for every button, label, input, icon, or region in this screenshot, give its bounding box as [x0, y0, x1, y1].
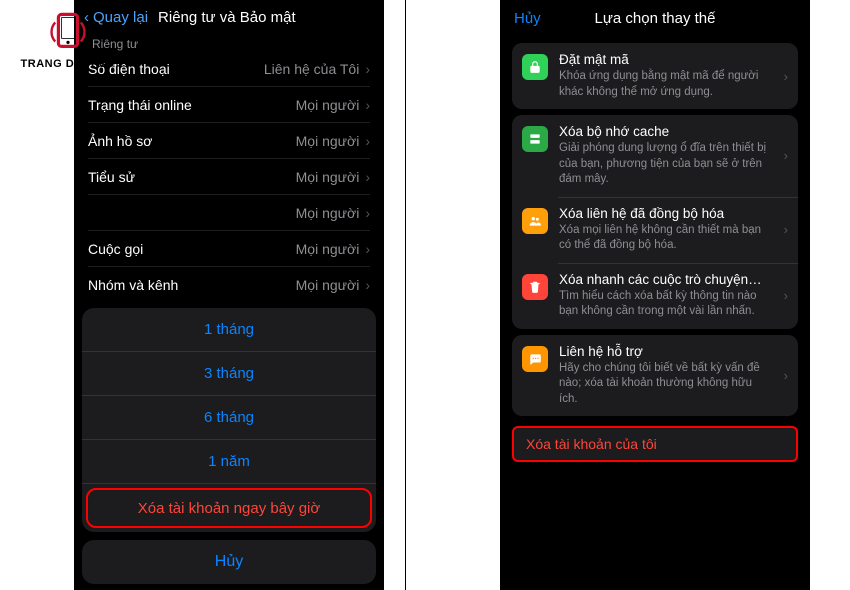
list-row-bio[interactable]: Tiểu sử Mọi người›	[88, 159, 370, 195]
item-title: Xóa bộ nhớ cache	[559, 124, 773, 139]
item-description: Giải phóng dung lượng ổ đĩa trên thiết b…	[559, 141, 773, 188]
row-value: Mọi người›	[296, 169, 370, 185]
option-group-passcode: Đặt mật mã Khóa ứng dụng bằng mật mã để …	[512, 43, 798, 109]
item-description: Xóa mọi liên hệ không cần thiết mà bạn c…	[559, 223, 773, 254]
action-sheet-options: 1 tháng 3 tháng 6 tháng 1 năm Xóa tài kh…	[82, 308, 376, 532]
section-header: Riêng tư	[74, 35, 384, 51]
chevron-right-icon: ›	[784, 148, 788, 163]
list-row-online[interactable]: Trạng thái online Mọi người›	[88, 87, 370, 123]
row-value: Mọi người›	[296, 133, 370, 149]
row-label: Trạng thái online	[88, 97, 192, 113]
item-title: Liên hệ hỗ trợ	[559, 344, 773, 359]
row-label: Nhóm và kênh	[88, 277, 178, 293]
chevron-right-icon: ›	[784, 368, 788, 383]
chevron-left-icon: ‹	[84, 9, 89, 26]
list-row-calls[interactable]: Cuộc gọi Mọi người›	[88, 231, 370, 267]
chevron-right-icon: ›	[365, 277, 370, 293]
chevron-right-icon: ›	[365, 205, 370, 221]
page-title: Riêng tư và Bảo mật	[158, 9, 296, 26]
list-row-profile-photo[interactable]: Ảnh hồ sơ Mọi người›	[88, 123, 370, 159]
list-row-phone[interactable]: Số điện thoại Liên hệ của Tôi›	[88, 51, 370, 87]
screenshot-right: Hủy Lựa chọn thay thế Đặt mật mã Khóa ứn…	[500, 0, 810, 590]
option-1-year[interactable]: 1 năm	[82, 440, 376, 484]
chevron-right-icon: ›	[365, 169, 370, 185]
cancel-button[interactable]: Hủy	[82, 540, 376, 584]
item-clear-chats[interactable]: Xóa nhanh các cuộc trò chuyện… Tìm hiểu …	[512, 263, 798, 329]
row-value: Liên hệ của Tôi›	[264, 61, 370, 77]
contacts-icon	[522, 208, 548, 234]
row-label: Tiểu sử	[88, 169, 135, 185]
row-label: Cuộc gọi	[88, 241, 143, 257]
chevron-right-icon: ›	[784, 288, 788, 303]
item-set-passcode[interactable]: Đặt mật mã Khóa ứng dụng bằng mật mã để …	[512, 43, 798, 109]
option-6-months[interactable]: 6 tháng	[82, 396, 376, 440]
option-group-cleanup: Xóa bộ nhớ cache Giải phóng dung lượng ổ…	[512, 115, 798, 329]
chevron-right-icon: ›	[784, 69, 788, 84]
option-1-month[interactable]: 1 tháng	[82, 308, 376, 352]
list-row-groups[interactable]: Nhóm và kênh Mọi người›	[88, 267, 370, 303]
item-contact-support[interactable]: Liên hệ hỗ trợ Hãy cho chúng tôi biết về…	[512, 335, 798, 417]
row-value: Mọi người›	[296, 205, 370, 221]
item-clear-cache[interactable]: Xóa bộ nhớ cache Giải phóng dung lượng ổ…	[512, 115, 798, 197]
row-value: Mọi người›	[296, 277, 370, 293]
nav-header: Hủy Lựa chọn thay thế	[500, 0, 810, 37]
page-title: Lựa chọn thay thế	[500, 10, 810, 27]
row-label: Ảnh hồ sơ	[88, 133, 152, 149]
option-group-support: Liên hệ hỗ trợ Hãy cho chúng tôi biết về…	[512, 335, 798, 417]
chevron-right-icon: ›	[365, 133, 370, 149]
row-value: Mọi người›	[296, 241, 370, 257]
storage-icon	[522, 126, 548, 152]
list-row[interactable]: Mọi người›	[88, 195, 370, 231]
chevron-right-icon: ›	[365, 97, 370, 113]
trash-icon	[522, 274, 548, 300]
chevron-right-icon: ›	[365, 61, 370, 77]
chevron-right-icon: ›	[365, 241, 370, 257]
lock-icon	[522, 54, 548, 80]
delete-account-now-button[interactable]: Xóa tài khoản ngay bây giờ	[86, 488, 372, 528]
cancel-button[interactable]: Hủy	[514, 10, 541, 27]
privacy-list: Số điện thoại Liên hệ của Tôi› Trạng thá…	[74, 51, 384, 303]
delete-my-account-button[interactable]: Xóa tài khoản của tôi	[512, 426, 798, 462]
item-title: Xóa liên hệ đã đồng bộ hóa	[559, 206, 773, 221]
action-sheet: 1 tháng 3 tháng 6 tháng 1 năm Xóa tài kh…	[82, 308, 376, 584]
chevron-right-icon: ›	[784, 222, 788, 237]
option-3-months[interactable]: 3 tháng	[82, 352, 376, 396]
screenshot-left: ‹ Quay lại Riêng tư và Bảo mật Riêng tư …	[74, 0, 384, 590]
item-title: Đặt mật mã	[559, 52, 773, 67]
back-button[interactable]: ‹ Quay lại	[84, 9, 148, 26]
item-title: Xóa nhanh các cuộc trò chuyện…	[559, 272, 773, 287]
back-label: Quay lại	[93, 9, 148, 26]
nav-header: ‹ Quay lại Riêng tư và Bảo mật	[74, 0, 384, 35]
divider-line	[405, 0, 406, 590]
item-description: Tìm hiểu cách xóa bất kỳ thông tin nào b…	[559, 289, 773, 320]
row-value: Mọi người›	[296, 97, 370, 113]
item-description: Hãy cho chúng tôi biết về bất kỳ vấn đề …	[559, 361, 773, 408]
chat-icon	[522, 346, 548, 372]
item-description: Khóa ứng dụng bằng mật mã để người khác …	[559, 69, 773, 100]
row-label: Số điện thoại	[88, 61, 170, 77]
item-clear-contacts[interactable]: Xóa liên hệ đã đồng bộ hóa Xóa mọi liên …	[512, 197, 798, 263]
